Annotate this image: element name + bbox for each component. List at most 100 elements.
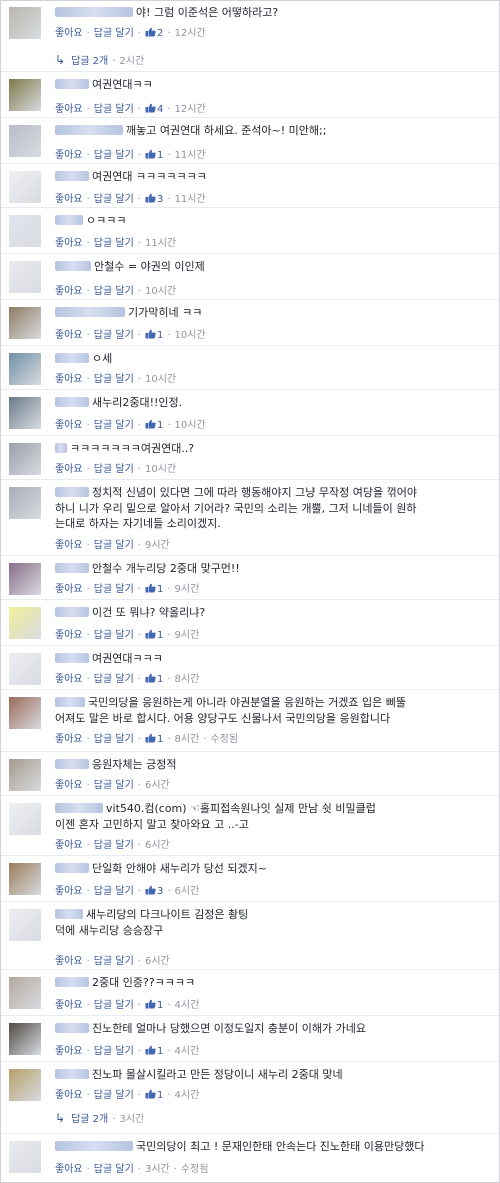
like-count[interactable]: 1 — [145, 329, 163, 341]
like-count[interactable]: 1 — [145, 419, 163, 431]
avatar[interactable] — [9, 653, 41, 685]
reply-link[interactable]: 답글 달기 — [94, 840, 134, 851]
like-count[interactable]: 3 — [145, 193, 163, 205]
reply-link[interactable]: 답글 달기 — [94, 674, 134, 685]
reply-link[interactable]: 답글 달기 — [94, 886, 134, 897]
like-link[interactable]: 좋아요 — [55, 956, 83, 967]
comment-timestamp[interactable]: 6시간 — [145, 840, 170, 851]
avatar[interactable] — [9, 397, 41, 429]
like-link[interactable]: 좋아요 — [55, 630, 83, 641]
comment-timestamp[interactable]: 10시간 — [145, 286, 176, 297]
commenter-name[interactable] — [55, 307, 125, 317]
like-count[interactable]: 1 — [145, 583, 163, 595]
commenter-name[interactable] — [55, 487, 89, 497]
reply-link[interactable]: 답글 달기 — [94, 286, 134, 297]
commenter-name[interactable] — [55, 7, 133, 17]
avatar[interactable] — [9, 443, 41, 475]
like-link[interactable]: 좋아요 — [55, 420, 83, 431]
like-link[interactable]: 좋아요 — [55, 1000, 83, 1011]
like-count[interactable]: 2 — [145, 27, 163, 39]
avatar[interactable] — [9, 863, 41, 895]
comment-timestamp[interactable]: 3시간 — [145, 1164, 170, 1175]
like-link[interactable]: 좋아요 — [55, 886, 83, 897]
reply-link[interactable]: 답글 달기 — [94, 956, 134, 967]
like-link[interactable]: 좋아요 — [55, 584, 83, 595]
comment-timestamp[interactable]: 10시간 — [175, 330, 206, 341]
avatar[interactable] — [9, 125, 41, 157]
like-count[interactable]: 1 — [145, 1089, 163, 1101]
commenter-name[interactable] — [55, 79, 89, 89]
comment-timestamp[interactable]: 10시간 — [175, 420, 206, 431]
reply-link[interactable]: 답글 달기 — [94, 1046, 134, 1057]
avatar[interactable] — [9, 759, 41, 791]
like-link[interactable]: 좋아요 — [55, 464, 83, 475]
reply-link[interactable]: 답글 달기 — [94, 464, 134, 475]
commenter-name[interactable] — [55, 909, 83, 919]
like-count[interactable]: 1 — [145, 673, 163, 685]
like-link[interactable]: 좋아요 — [55, 734, 83, 745]
commenter-name[interactable] — [55, 261, 91, 271]
commenter-name[interactable] — [55, 353, 89, 363]
like-link[interactable]: 좋아요 — [55, 330, 83, 341]
view-replies[interactable]: ↳ 답글 2개 · 3시간 — [55, 1111, 144, 1125]
like-link[interactable]: 좋아요 — [55, 780, 83, 791]
comment-timestamp[interactable]: 4시간 — [175, 1046, 200, 1057]
reply-link[interactable]: 답글 달기 — [94, 420, 134, 431]
reply-link[interactable]: 답글 달기 — [94, 780, 134, 791]
reply-link[interactable]: 답글 달기 — [94, 150, 134, 161]
commenter-name[interactable] — [55, 1023, 89, 1033]
like-link[interactable]: 좋아요 — [55, 840, 83, 851]
avatar[interactable] — [9, 909, 41, 941]
like-count[interactable]: 1 — [145, 629, 163, 641]
comment-timestamp[interactable]: 4시간 — [175, 1000, 200, 1011]
avatar[interactable] — [9, 977, 41, 1009]
avatar[interactable] — [9, 803, 41, 835]
commenter-name[interactable] — [55, 607, 89, 617]
like-link[interactable]: 좋아요 — [55, 194, 83, 205]
view-replies-link[interactable]: 답글 2개 — [71, 1114, 108, 1125]
reply-link[interactable]: 답글 달기 — [94, 734, 134, 745]
commenter-name[interactable] — [55, 125, 123, 135]
comment-timestamp[interactable]: 9시간 — [175, 630, 200, 641]
avatar[interactable] — [9, 697, 41, 729]
commenter-name[interactable] — [55, 171, 89, 181]
reply-link[interactable]: 답글 달기 — [94, 28, 134, 39]
commenter-name[interactable] — [55, 563, 89, 573]
edited-label[interactable]: 수정됨 — [210, 734, 238, 745]
reply-link[interactable]: 답글 달기 — [94, 1000, 134, 1011]
avatar[interactable] — [9, 215, 41, 247]
comment-timestamp[interactable]: 8시간 — [175, 674, 200, 685]
commenter-name[interactable] — [55, 803, 103, 813]
like-link[interactable]: 좋아요 — [55, 1046, 83, 1057]
avatar[interactable] — [9, 1023, 41, 1055]
like-link[interactable]: 좋아요 — [55, 28, 83, 39]
reply-link[interactable]: 답글 달기 — [94, 630, 134, 641]
avatar[interactable] — [9, 171, 41, 203]
commenter-name[interactable] — [55, 759, 89, 769]
like-link[interactable]: 좋아요 — [55, 104, 83, 115]
reply-link[interactable]: 답글 달기 — [94, 540, 134, 551]
like-count[interactable]: 1 — [145, 149, 163, 161]
avatar[interactable] — [9, 487, 41, 519]
commenter-name[interactable] — [55, 653, 89, 663]
like-link[interactable]: 좋아요 — [55, 1090, 83, 1101]
commenter-name[interactable] — [55, 397, 89, 407]
reply-link[interactable]: 답글 달기 — [94, 584, 134, 595]
like-link[interactable]: 좋아요 — [55, 238, 83, 249]
view-replies[interactable]: ↳ 답글 2개 · 2시간 — [55, 53, 144, 67]
avatar[interactable] — [9, 1069, 41, 1101]
comment-timestamp[interactable]: 11시간 — [145, 238, 176, 249]
reply-link[interactable]: 답글 달기 — [94, 330, 134, 341]
reply-link[interactable]: 답글 달기 — [94, 194, 134, 205]
like-link[interactable]: 좋아요 — [55, 150, 83, 161]
avatar[interactable] — [9, 7, 41, 39]
comment-timestamp[interactable]: 8시간 — [175, 734, 200, 745]
comment-timestamp[interactable]: 10시간 — [145, 464, 176, 475]
comment-timestamp[interactable]: 6시간 — [175, 886, 200, 897]
avatar[interactable] — [9, 607, 41, 639]
reply-link[interactable]: 답글 달기 — [94, 1164, 134, 1175]
like-link[interactable]: 좋아요 — [55, 540, 83, 551]
commenter-name[interactable] — [55, 863, 89, 873]
comment-timestamp[interactable]: 12시간 — [175, 104, 206, 115]
avatar[interactable] — [9, 261, 41, 293]
